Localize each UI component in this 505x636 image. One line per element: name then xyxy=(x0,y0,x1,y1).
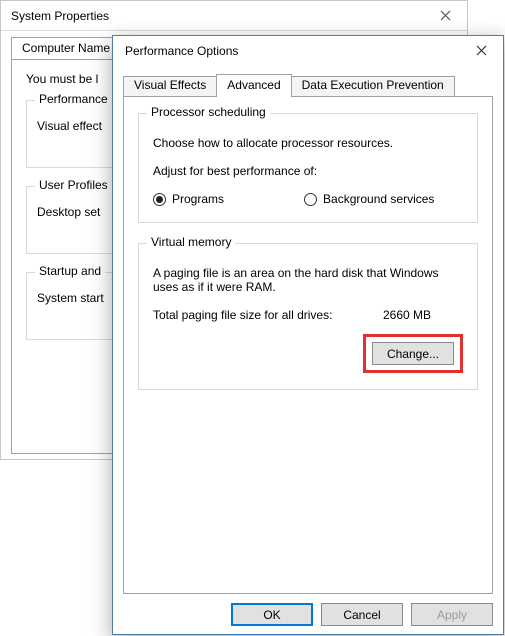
change-button-wrap: Change... xyxy=(153,334,463,373)
change-button[interactable]: Change... xyxy=(372,342,454,365)
apply-button[interactable]: Apply xyxy=(411,603,493,626)
radio-background[interactable]: Background services xyxy=(304,192,434,206)
radio-icon xyxy=(153,193,166,206)
close-icon[interactable] xyxy=(459,36,503,65)
radio-icon xyxy=(304,193,317,206)
performance-options-window: Performance Options Visual Effects Advan… xyxy=(112,35,504,635)
adjust-label: Adjust for best performance of: xyxy=(153,164,463,178)
processor-scheduling-desc: Choose how to allocate processor resourc… xyxy=(153,136,463,150)
radio-row: Programs Background services xyxy=(153,192,463,206)
virtual-memory-legend: Virtual memory xyxy=(147,235,235,249)
virtual-memory-desc: A paging file is an area on the hard dis… xyxy=(153,266,463,294)
group-performance-legend: Performance xyxy=(35,92,112,106)
perf-panel: Processor scheduling Choose how to alloc… xyxy=(123,96,493,594)
radio-programs-label: Programs xyxy=(172,192,224,206)
sysprop-titlebar: System Properties xyxy=(1,1,467,31)
vm-total-label: Total paging file size for all drives: xyxy=(153,308,383,322)
perf-titlebar: Performance Options xyxy=(113,36,503,66)
perf-footer: OK Cancel Apply xyxy=(231,603,493,626)
processor-scheduling-legend: Processor scheduling xyxy=(147,105,270,119)
perf-body: Visual Effects Advanced Data Execution P… xyxy=(113,66,503,604)
tab-computer-name[interactable]: Computer Name xyxy=(11,37,121,59)
vm-total-value: 2660 MB xyxy=(383,308,463,322)
radio-programs[interactable]: Programs xyxy=(153,192,224,206)
group-startup-legend: Startup and xyxy=(35,264,105,278)
tab-visual-effects[interactable]: Visual Effects xyxy=(123,76,217,98)
group-user-profiles-legend: User Profiles xyxy=(35,178,112,192)
tab-dep[interactable]: Data Execution Prevention xyxy=(291,76,455,98)
cancel-button[interactable]: Cancel xyxy=(321,603,403,626)
perf-tabs: Visual Effects Advanced Data Execution P… xyxy=(123,74,493,96)
group-processor-scheduling: Processor scheduling Choose how to alloc… xyxy=(138,113,478,223)
vm-total-row: Total paging file size for all drives: 2… xyxy=(153,308,463,322)
highlight-box: Change... xyxy=(363,334,463,373)
tab-advanced[interactable]: Advanced xyxy=(216,74,291,96)
perf-title: Performance Options xyxy=(125,44,238,58)
sysprop-title: System Properties xyxy=(11,9,109,23)
radio-background-label: Background services xyxy=(323,192,434,206)
ok-button[interactable]: OK xyxy=(231,603,313,626)
close-icon[interactable] xyxy=(423,1,467,30)
group-virtual-memory: Virtual memory A paging file is an area … xyxy=(138,243,478,390)
